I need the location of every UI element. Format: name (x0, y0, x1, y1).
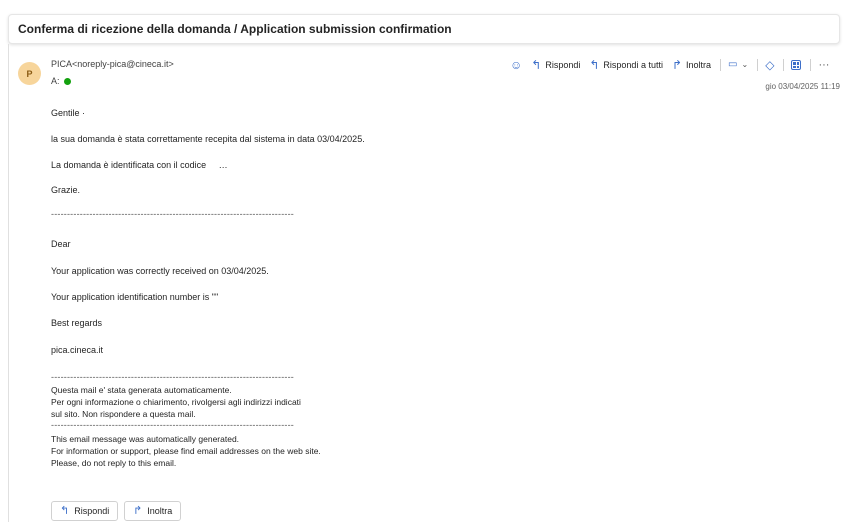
footer-en-3: Please, do not reply to this email. (51, 458, 177, 468)
forward-label: Inoltra (686, 60, 712, 70)
site-link[interactable]: pica.cineca.it (51, 345, 103, 355)
tag-icon: ◇ (765, 58, 775, 72)
thanks-it: Grazie. (51, 185, 81, 195)
reply-button[interactable]: ↰ Rispondi (531, 59, 580, 71)
reply-icon: ↰ (60, 505, 70, 517)
toolbar-divider (810, 59, 812, 71)
separator-line: ----------------------------------------… (51, 209, 294, 219)
body-line-en-1: Your application was correctly received … (51, 266, 269, 276)
reply-label: Rispondi (545, 60, 581, 70)
reading-pane-border (8, 44, 9, 522)
reaction-button[interactable]: ☺ (510, 59, 522, 71)
received-date: gio 03/04/2025 11:19 (765, 82, 840, 91)
reply-all-label: Rispondi a tutti (603, 60, 663, 70)
regards-en: Best regards (51, 318, 103, 328)
apps-grid-icon (791, 60, 802, 70)
toolbar-divider (783, 59, 785, 71)
forward-button[interactable]: ↱ Inoltra (672, 59, 711, 71)
chevron-down-icon: ⌄ (741, 60, 749, 69)
avatar[interactable]: P (18, 62, 41, 85)
bottom-forward-label: Inoltra (147, 506, 173, 516)
toolbar-divider (720, 59, 722, 71)
reply-icon: ↰ (531, 58, 542, 72)
separator-line: ----------------------------------------… (51, 420, 294, 430)
recipient-line: A: (51, 76, 71, 86)
greeting-it: Gentile · (51, 108, 86, 118)
separator-line: ----------------------------------------… (51, 372, 294, 382)
presence-available-icon (63, 77, 71, 85)
email-subject: Conferma di ricezione della domanda / Ap… (18, 22, 452, 36)
teams-share-button[interactable]: ▭ ⌄ (728, 59, 748, 71)
footer-it-3: sul sito. Non rispondere a questa mail. (51, 409, 196, 419)
reply-all-icon: ↰ (589, 58, 600, 72)
message-toolbar: ☺ ↰ Rispondi ↰ Rispondi a tutti ↱ Inoltr… (510, 57, 838, 73)
footer-en-2: For information or support, please find … (51, 446, 321, 456)
toolbar-divider (757, 59, 759, 71)
greeting-en: Dear (51, 239, 71, 249)
smiley-icon: ☺ (510, 58, 523, 72)
bottom-reply-button[interactable]: ↰ Rispondi (51, 501, 119, 521)
footer-it-1: Questa mail e' stata generata automatica… (51, 385, 232, 395)
subject-bar: Conferma di ricezione della domanda / Ap… (8, 14, 840, 44)
to-label: A: (51, 76, 60, 86)
body-line-en-2: Your application identification number i… (51, 292, 219, 302)
apps-button[interactable] (791, 60, 802, 70)
footer-it-2: Per ogni informazione o chiarimento, riv… (51, 397, 301, 407)
reply-all-button[interactable]: ↰ Rispondi a tutti (589, 59, 663, 71)
body-line-it-2-text: La domanda è identificata con il codice (51, 160, 207, 170)
application-code: … (218, 160, 228, 170)
bottom-reply-label: Rispondi (74, 506, 110, 516)
more-actions-button[interactable]: ··· (818, 59, 829, 71)
forward-icon: ↱ (133, 505, 143, 517)
footer-en-1: This email message was automatically gen… (51, 434, 240, 444)
share-icon: ▭ (728, 59, 738, 70)
forward-icon: ↱ (671, 58, 683, 72)
body-line-it-2: La domanda è identificata con il codice … (51, 160, 228, 170)
sender-address[interactable]: PICA<noreply-pica@cineca.it> (51, 59, 174, 69)
tag-button[interactable]: ◇ (765, 59, 774, 71)
bottom-forward-button[interactable]: ↱ Inoltra (124, 501, 182, 521)
body-line-it-1: la sua domanda è stata correttamente rec… (51, 134, 365, 144)
